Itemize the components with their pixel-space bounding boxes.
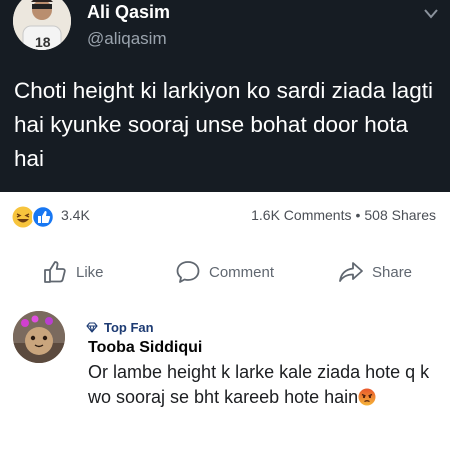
like-button[interactable]: Like [42, 252, 104, 292]
author-avatar[interactable]: 18 [13, 0, 71, 50]
shares-count[interactable]: 508 Shares [364, 207, 436, 223]
thumbs-up-icon [44, 261, 66, 283]
author-handle[interactable]: @aliqasim [87, 29, 167, 49]
haha-emoji-icon [12, 206, 34, 228]
comment-body: Or lambe height k larke kale ziada hote … [88, 362, 430, 407]
author-name[interactable]: Ali Qasim [87, 2, 170, 23]
like-label: Like [76, 263, 104, 281]
angry-emoji-icon [358, 388, 376, 406]
share-button[interactable]: Share [338, 252, 412, 292]
top-fan-badge: Top Fan [86, 320, 154, 335]
post-actions: Like Comment Share [0, 252, 450, 292]
reaction-count[interactable]: 3.4K [61, 207, 90, 223]
commenter-name[interactable]: Tooba Siddiqui [88, 339, 202, 357]
comment-text: Or lambe height k larke kale ziada hote … [88, 360, 434, 410]
top-comment: Top Fan Tooba Siddiqui Or lambe height k… [0, 300, 450, 450]
commenter-avatar[interactable] [13, 311, 65, 363]
top-fan-label: Top Fan [104, 320, 154, 335]
post-card: 18 Ali Qasim @aliqasim Choti height ki l… [0, 0, 450, 192]
post-stats: 3.4K 1.6K Comments • 508 Shares [0, 192, 450, 240]
chevron-down-icon[interactable] [424, 6, 438, 24]
share-label: Share [372, 263, 413, 281]
comment-button[interactable]: Comment [175, 252, 274, 292]
post-text: Choti height ki larkiyon ko sardi ziada … [14, 78, 433, 171]
comment-icon [176, 261, 200, 283]
separator-dot: • [355, 207, 361, 223]
comments-count[interactable]: 1.6K Comments [251, 207, 351, 223]
diamond-icon [86, 322, 98, 333]
comment-share-counts: 1.6K Comments • 508 Shares [251, 207, 436, 223]
share-arrow-icon [339, 262, 363, 282]
svg-text:18: 18 [35, 34, 51, 50]
like-emoji-icon [31, 205, 55, 229]
comment-label: Comment [209, 263, 275, 281]
